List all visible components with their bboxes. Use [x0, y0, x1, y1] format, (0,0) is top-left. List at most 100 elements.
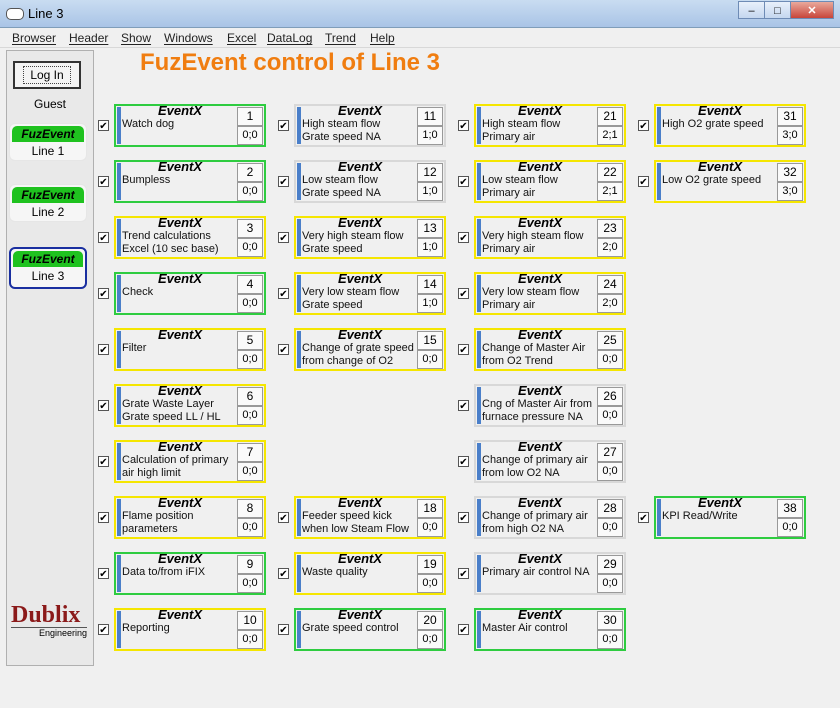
menu-excel[interactable]: Excel	[227, 31, 256, 45]
event-18-checkbox[interactable]: ✔	[278, 512, 289, 524]
event-21[interactable]: EventX High steam flow Primary air 21 2;1	[474, 103, 626, 147]
event-2-checkbox[interactable]: ✔	[98, 176, 109, 188]
event-header: EventX	[517, 383, 563, 398]
event-7-checkbox[interactable]: ✔	[98, 456, 109, 468]
event-19[interactable]: EventX Waste quality 19 0;0	[294, 551, 446, 595]
event-value: 1;0	[417, 294, 443, 313]
event-29-checkbox[interactable]: ✔	[458, 568, 469, 580]
event-26-checkbox[interactable]: ✔	[458, 400, 469, 412]
event-header: EventX	[697, 103, 743, 118]
event-29[interactable]: EventX Primary air control NA 29 0;0	[474, 551, 626, 595]
event-3[interactable]: EventX Trend calculations Excel (10 sec ba…	[114, 215, 266, 259]
event-11-checkbox[interactable]: ✔	[278, 120, 289, 132]
event-23-checkbox[interactable]: ✔	[458, 232, 469, 244]
event-8[interactable]: EventX Flame position parameters 8 0;0	[114, 495, 266, 539]
event-32[interactable]: EventX Low O2 grate speed 32 3;0	[654, 159, 806, 203]
event-21-checkbox[interactable]: ✔	[458, 120, 469, 132]
event-number: 19	[417, 555, 443, 574]
event-18[interactable]: EventX Feeder speed kick when low Steam Fl…	[294, 495, 446, 539]
event-header: EventX	[157, 383, 203, 398]
event-number: 11	[417, 107, 443, 126]
menu-datalog[interactable]: DataLog	[267, 31, 312, 45]
event-31-checkbox[interactable]: ✔	[638, 120, 649, 132]
event-31[interactable]: EventX High O2 grate speed 31 3;0	[654, 103, 806, 147]
event-description: Very low steam flow Grate speed	[302, 286, 400, 311]
menu-header[interactable]: Header	[69, 31, 108, 45]
sidebar-item-line-1[interactable]: FuzEvent Line 1	[9, 123, 87, 161]
close-button[interactable]: ✕	[790, 1, 834, 19]
sidebar-item-line-3[interactable]: FuzEvent Line 3	[9, 247, 87, 289]
menu-show[interactable]: Show	[121, 31, 151, 45]
event-22-checkbox[interactable]: ✔	[458, 176, 469, 188]
event-12[interactable]: EventX Low steam flow Grate speed NA 12 1;0	[294, 159, 446, 203]
event-14[interactable]: EventX Very low steam flow Grate speed 14 1;…	[294, 271, 446, 315]
sidebar-item-line-2[interactable]: FuzEvent Line 2	[9, 184, 87, 222]
event-24-checkbox[interactable]: ✔	[458, 288, 469, 300]
event-27-checkbox[interactable]: ✔	[458, 456, 469, 468]
event-23[interactable]: EventX Very high steam flow Primary air 23 2…	[474, 215, 626, 259]
event-11[interactable]: EventX High steam flow Grate speed NA 11 1;0	[294, 103, 446, 147]
event-12-checkbox[interactable]: ✔	[278, 176, 289, 188]
event-25[interactable]: EventX Change of Master Air from O2 Trend 2…	[474, 327, 626, 371]
event-description: Primary air control NA	[482, 566, 590, 578]
event-1[interactable]: EventX Watch dog 1 0;0	[114, 103, 266, 147]
event-5-checkbox[interactable]: ✔	[98, 344, 109, 356]
event-30-checkbox[interactable]: ✔	[458, 624, 469, 636]
event-10[interactable]: EventX Reporting 10 0;0	[114, 607, 266, 651]
event-number: 22	[597, 163, 623, 182]
event-6[interactable]: EventX Grate Waste Layer Grate speed LL / …	[114, 383, 266, 427]
event-6-checkbox[interactable]: ✔	[98, 400, 109, 412]
event-value: 2;0	[597, 238, 623, 257]
event-3-checkbox[interactable]: ✔	[98, 232, 109, 244]
event-2[interactable]: EventX Bumpless 2 0;0	[114, 159, 266, 203]
event-number: 12	[417, 163, 443, 182]
dublix-logo: Dublix Engineering	[11, 603, 91, 638]
event-9[interactable]: EventX Data to/from iFIX 9 0;0	[114, 551, 266, 595]
event-value: 2;1	[597, 126, 623, 145]
event-4-checkbox[interactable]: ✔	[98, 288, 109, 300]
event-7[interactable]: EventX Calculation of primary air high lim…	[114, 439, 266, 483]
event-9-checkbox[interactable]: ✔	[98, 568, 109, 580]
event-number: 21	[597, 107, 623, 126]
event-1-checkbox[interactable]: ✔	[98, 120, 109, 132]
app-icon	[6, 8, 24, 20]
event-header: EventX	[337, 271, 383, 286]
event-value: 0;0	[417, 518, 443, 537]
event-value: 0;0	[237, 350, 263, 369]
event-32-checkbox[interactable]: ✔	[638, 176, 649, 188]
event-8-checkbox[interactable]: ✔	[98, 512, 109, 524]
event-28-checkbox[interactable]: ✔	[458, 512, 469, 524]
event-10-checkbox[interactable]: ✔	[98, 624, 109, 636]
event-20-checkbox[interactable]: ✔	[278, 624, 289, 636]
event-value: 0;0	[597, 574, 623, 593]
event-13[interactable]: EventX Very high steam flow Grate speed 13 1…	[294, 215, 446, 259]
login-button[interactable]: Log In	[13, 61, 81, 89]
event-value: 0;0	[237, 574, 263, 593]
event-13-checkbox[interactable]: ✔	[278, 232, 289, 244]
menu-trend[interactable]: Trend	[325, 31, 356, 45]
event-38-checkbox[interactable]: ✔	[638, 512, 649, 524]
event-25-checkbox[interactable]: ✔	[458, 344, 469, 356]
event-22[interactable]: EventX Low steam flow Primary air 22 2;1	[474, 159, 626, 203]
event-19-checkbox[interactable]: ✔	[278, 568, 289, 580]
menu-help[interactable]: Help	[370, 31, 395, 45]
event-38[interactable]: EventX KPI Read/Write 38 0;0	[654, 495, 806, 539]
maximize-button[interactable]: □	[764, 1, 791, 19]
menu-windows[interactable]: Windows	[164, 31, 213, 45]
event-4[interactable]: EventX Check 4 0;0	[114, 271, 266, 315]
minimize-button[interactable]: –	[738, 1, 765, 19]
event-description: Very low steam flow Primary air	[482, 286, 580, 311]
event-30[interactable]: EventX Master Air control 30 0;0	[474, 607, 626, 651]
event-15[interactable]: EventX Change of grate speed from change o…	[294, 327, 446, 371]
event-24[interactable]: EventX Very low steam flow Primary air 24 2;…	[474, 271, 626, 315]
event-15-checkbox[interactable]: ✔	[278, 344, 289, 356]
event-26[interactable]: EventX Cng of Master Air from furnace pres…	[474, 383, 626, 427]
event-28[interactable]: EventX Change of primary air from high O2 …	[474, 495, 626, 539]
event-27[interactable]: EventX Change of primary air from low O2 N…	[474, 439, 626, 483]
menu-browser[interactable]: Browser	[12, 31, 56, 45]
event-header: EventX	[517, 327, 563, 342]
event-5[interactable]: EventX Filter 5 0;0	[114, 327, 266, 371]
event-14-checkbox[interactable]: ✔	[278, 288, 289, 300]
event-20[interactable]: EventX Grate speed control 20 0;0	[294, 607, 446, 651]
event-header: EventX	[517, 607, 563, 622]
